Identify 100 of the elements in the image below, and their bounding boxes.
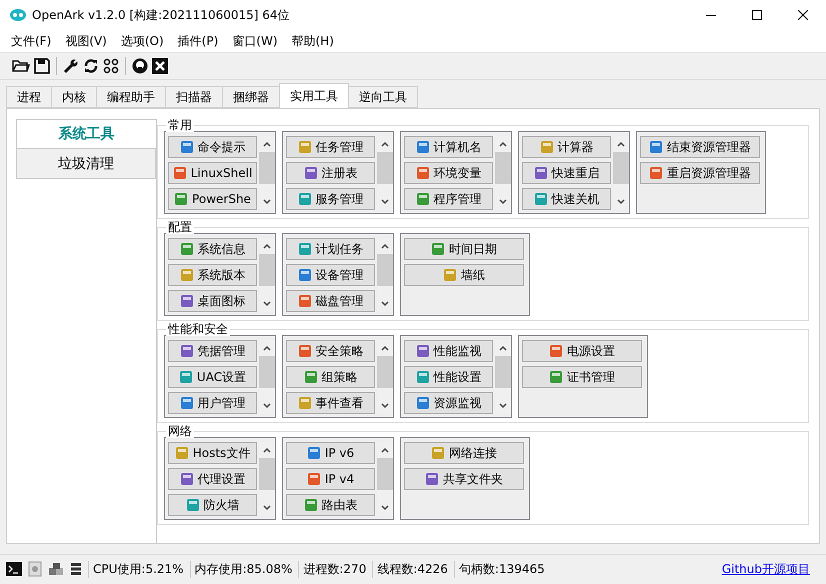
- tool-button[interactable]: 墙纸: [404, 264, 524, 286]
- tab[interactable]: 捆绑器: [222, 86, 279, 108]
- refresh-icon[interactable]: [83, 58, 99, 74]
- sidebar-item[interactable]: 系统工具: [16, 119, 156, 149]
- tool-button[interactable]: 性能设置: [404, 366, 493, 388]
- tool-icon: [178, 370, 193, 384]
- save-icon[interactable]: [34, 58, 50, 74]
- tool-button[interactable]: 程序管理: [404, 188, 493, 210]
- tool-icon: [425, 472, 439, 486]
- tool-button[interactable]: 计划任务: [286, 238, 375, 260]
- scroll-up-icon[interactable]: [381, 345, 389, 351]
- tab[interactable]: 逆向工具: [348, 86, 418, 108]
- tool-button[interactable]: 路由表: [286, 494, 375, 516]
- tool-button[interactable]: 共享文件夹: [404, 468, 524, 490]
- circle-icon[interactable]: [132, 58, 148, 74]
- scroll-up-icon[interactable]: [263, 141, 271, 147]
- tool-icon: [416, 396, 430, 410]
- cubes-icon[interactable]: [48, 562, 64, 576]
- tool-button[interactable]: IP v6: [286, 442, 375, 464]
- menu-item[interactable]: 窗口(W): [225, 32, 284, 50]
- close-icon[interactable]: [798, 10, 808, 20]
- sidebar-item[interactable]: 垃圾清理: [16, 149, 156, 179]
- tool-button[interactable]: 系统信息: [168, 238, 257, 260]
- scroll-up-icon[interactable]: [617, 141, 625, 147]
- tool-button[interactable]: 用户管理: [168, 392, 257, 414]
- tool-button[interactable]: 系统版本: [168, 264, 257, 286]
- scroll-down-icon[interactable]: [381, 301, 389, 307]
- tab[interactable]: 内核: [51, 86, 96, 108]
- scroll-down-icon[interactable]: [263, 505, 271, 511]
- scroll-up-icon[interactable]: [499, 345, 507, 351]
- tool-button[interactable]: IP v4: [286, 468, 375, 490]
- grid-icon[interactable]: [103, 58, 119, 74]
- tool-button[interactable]: 计算器: [522, 136, 611, 158]
- tool-icon: [298, 192, 312, 206]
- tool-icon: [443, 268, 457, 282]
- tool-button[interactable]: LinuxShell: [168, 162, 257, 184]
- scroll-up-icon[interactable]: [263, 447, 271, 453]
- tool-button[interactable]: 事件查看: [286, 392, 375, 414]
- close-icon[interactable]: [152, 58, 168, 74]
- folder-icon[interactable]: [12, 58, 30, 74]
- tab[interactable]: 实用工具: [279, 83, 349, 108]
- tool-button[interactable]: 设备管理: [286, 264, 375, 286]
- scroll-up-icon[interactable]: [263, 345, 271, 351]
- scroll-down-icon[interactable]: [263, 403, 271, 409]
- tool-button[interactable]: 服务管理: [286, 188, 375, 210]
- tool-button[interactable]: 凭据管理: [168, 340, 257, 362]
- stack-icon[interactable]: [70, 562, 82, 576]
- status-text: 句柄数:139465: [454, 560, 545, 578]
- section-title: 常用: [166, 118, 194, 132]
- tool-button[interactable]: 环境变量: [404, 162, 493, 184]
- tool-button[interactable]: 桌面图标: [168, 290, 257, 312]
- tool-button[interactable]: 计算机名: [404, 136, 493, 158]
- scroll-up-icon[interactable]: [381, 141, 389, 147]
- scroll-down-icon[interactable]: [381, 505, 389, 511]
- tool-button[interactable]: 快速关机: [522, 188, 611, 210]
- tool-button[interactable]: 时间日期: [404, 238, 524, 260]
- tab[interactable]: 进程: [6, 86, 51, 108]
- scroll-down-icon[interactable]: [263, 301, 271, 307]
- tab[interactable]: 编程助手: [96, 86, 165, 108]
- tool-button[interactable]: 代理设置: [168, 468, 257, 490]
- scroll-down-icon[interactable]: [499, 403, 507, 409]
- tool-button[interactable]: 性能监视: [404, 340, 493, 362]
- menu-item[interactable]: 帮助(H): [284, 32, 341, 50]
- tool-button[interactable]: 重启资源管理器: [640, 162, 760, 184]
- scroll-up-icon[interactable]: [263, 243, 271, 249]
- tool-button[interactable]: 任务管理: [286, 136, 375, 158]
- tab[interactable]: 扫描器: [165, 86, 222, 108]
- tool-button[interactable]: 注册表: [286, 162, 375, 184]
- tool-button[interactable]: 安全策略: [286, 340, 375, 362]
- menu-item[interactable]: 视图(V): [58, 32, 114, 50]
- tool-button[interactable]: 快速重启: [522, 162, 611, 184]
- tool-button[interactable]: PowerShe: [168, 188, 257, 210]
- menu-item[interactable]: 文件(F): [4, 32, 58, 50]
- tool-button[interactable]: 命令提示: [168, 136, 257, 158]
- tool-button[interactable]: 电源设置: [522, 340, 642, 362]
- tool-button[interactable]: 结束资源管理器: [640, 136, 760, 158]
- tool-button[interactable]: 资源监视: [404, 392, 493, 414]
- tool-icon: [298, 242, 312, 256]
- github-link[interactable]: Github开源项目: [722, 560, 820, 578]
- tool-icon: [304, 166, 318, 180]
- scroll-down-icon[interactable]: [381, 403, 389, 409]
- tool-button[interactable]: 组策略: [286, 366, 375, 388]
- terminal-icon[interactable]: [6, 562, 22, 576]
- tool-button[interactable]: Hosts文件: [168, 442, 257, 464]
- scroll-up-icon[interactable]: [499, 141, 507, 147]
- scroll-down-icon[interactable]: [381, 199, 389, 205]
- scroll-up-icon[interactable]: [381, 243, 389, 249]
- menu-item[interactable]: 插件(P): [170, 32, 226, 50]
- scroll-down-icon[interactable]: [263, 199, 271, 205]
- tool-button[interactable]: 防火墙: [168, 494, 257, 516]
- tool-button[interactable]: 磁盘管理: [286, 290, 375, 312]
- tool-button[interactable]: 网络连接: [404, 442, 524, 464]
- scroll-up-icon[interactable]: [381, 447, 389, 453]
- scroll-down-icon[interactable]: [499, 199, 507, 205]
- maximize-icon[interactable]: [752, 10, 762, 20]
- scroll-down-icon[interactable]: [617, 199, 625, 205]
- wrench-icon[interactable]: [63, 58, 79, 74]
- tool-button[interactable]: UAC设置: [168, 366, 257, 388]
- menu-item[interactable]: 选项(O): [114, 32, 171, 50]
- tool-button[interactable]: 证书管理: [522, 366, 642, 388]
